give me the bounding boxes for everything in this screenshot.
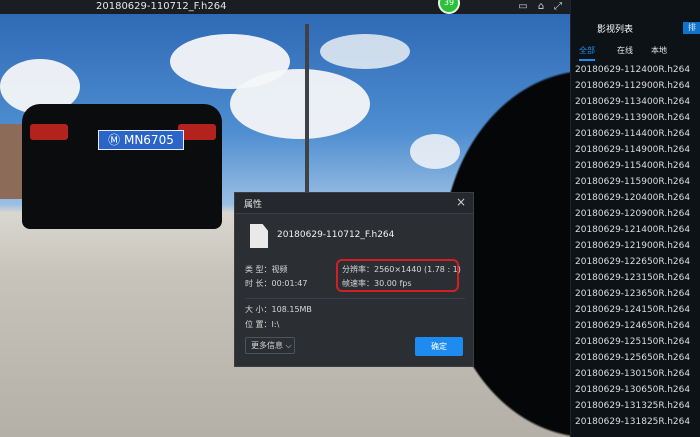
close-icon[interactable]: × bbox=[456, 195, 466, 209]
car: Ⓜ MN6705 bbox=[22, 104, 222, 229]
list-item[interactable]: 20180629-124650R.h264 bbox=[575, 318, 699, 334]
street-lamp bbox=[305, 24, 309, 194]
more-info-button[interactable]: 更多信息 ⌵ bbox=[245, 337, 295, 354]
chat-icon[interactable]: ▭ bbox=[517, 1, 529, 13]
playlist-title: 影视列表 bbox=[597, 25, 634, 35]
list-item[interactable]: 20180629-130650R.h264 bbox=[575, 382, 699, 398]
sort-button[interactable]: 排 bbox=[683, 22, 700, 34]
list-item[interactable]: 20180629-131825R.h264 bbox=[575, 414, 699, 430]
cloud bbox=[230, 69, 370, 139]
ok-button[interactable]: 确定 bbox=[415, 337, 463, 356]
fullscreen-icon[interactable]: ⤢ bbox=[552, 1, 564, 13]
file-size: 大 小：108.15MB bbox=[245, 305, 312, 314]
cloud bbox=[410, 134, 460, 169]
list-item[interactable]: 20180629-123650R.h264 bbox=[575, 286, 699, 302]
list-item[interactable]: 20180629-125650R.h264 bbox=[575, 350, 699, 366]
title-bar: 20180629-110712_F.h264 39 ▭ ⌂ ⤢ bbox=[0, 0, 570, 14]
list-item[interactable]: 20180629-124150R.h264 bbox=[575, 302, 699, 318]
file-duration: 时 长：00:01:47 bbox=[245, 279, 308, 288]
tab-all[interactable]: 全部 bbox=[579, 43, 595, 61]
cloud bbox=[320, 34, 410, 69]
list-item[interactable]: 20180629-113900R.h264 bbox=[575, 110, 699, 126]
list-item[interactable]: 20180629-121400R.h264 bbox=[575, 222, 699, 238]
list-item[interactable]: 20180629-120900R.h264 bbox=[575, 206, 699, 222]
list-item[interactable]: 20180629-115900R.h264 bbox=[575, 174, 699, 190]
status-badge[interactable]: 39 bbox=[438, 0, 460, 14]
divider bbox=[245, 298, 465, 299]
dialog-header: 属性 × bbox=[235, 193, 473, 214]
list-item[interactable]: 20180629-114900R.h264 bbox=[575, 142, 699, 158]
list-item[interactable]: 20180629-125150R.h264 bbox=[575, 334, 699, 350]
list-item[interactable]: 20180629-122650R.h264 bbox=[575, 254, 699, 270]
list-item[interactable]: 20180629-130150R.h264 bbox=[575, 366, 699, 382]
license-plate: Ⓜ MN6705 bbox=[98, 130, 184, 150]
file-resolution: 分辨率：2560×1440 (1.78 : 1) bbox=[342, 265, 461, 274]
tail-light-left bbox=[30, 124, 68, 140]
file-type: 类 型：视频 bbox=[245, 265, 288, 274]
pin-icon[interactable]: ⌂ bbox=[535, 1, 547, 13]
file-location: 位 置：I:\ bbox=[245, 320, 280, 329]
list-item[interactable]: 20180629-120400R.h264 bbox=[575, 190, 699, 206]
file-icon bbox=[250, 224, 268, 248]
list-item[interactable]: 20180629-112400R.h264 bbox=[575, 62, 699, 78]
window-title: 20180629-110712_F.h264 bbox=[96, 1, 227, 12]
playlist-tabs: 全部 在线 本地 bbox=[571, 43, 700, 61]
tab-local[interactable]: 本地 bbox=[651, 43, 667, 59]
list-item[interactable]: 20180629-113400R.h264 bbox=[575, 94, 699, 110]
tab-online[interactable]: 在线 bbox=[617, 43, 633, 59]
dialog-title: 属性 bbox=[244, 200, 263, 210]
list-item[interactable]: 20180629-123150R.h264 bbox=[575, 270, 699, 286]
playlist-panel: 影视列表 排 全部 在线 本地 20180629-112400R.h264 20… bbox=[570, 0, 700, 437]
file-name: 20180629-110712_F.h264 bbox=[277, 230, 395, 240]
list-item[interactable]: 20180629-114400R.h264 bbox=[575, 126, 699, 142]
file-framerate: 帧速率：30.00 fps bbox=[342, 279, 412, 288]
list-item[interactable]: 20180629-112900R.h264 bbox=[575, 78, 699, 94]
list-item[interactable]: 20180629-115400R.h264 bbox=[575, 158, 699, 174]
list-item[interactable]: 20180629-131325R.h264 bbox=[575, 398, 699, 414]
list-item[interactable]: 20180629-121900R.h264 bbox=[575, 238, 699, 254]
properties-dialog: 属性 × 20180629-110712_F.h264 类 型：视频 时 长：0… bbox=[234, 192, 474, 367]
playlist-list: 20180629-112400R.h264 20180629-112900R.h… bbox=[575, 62, 699, 430]
